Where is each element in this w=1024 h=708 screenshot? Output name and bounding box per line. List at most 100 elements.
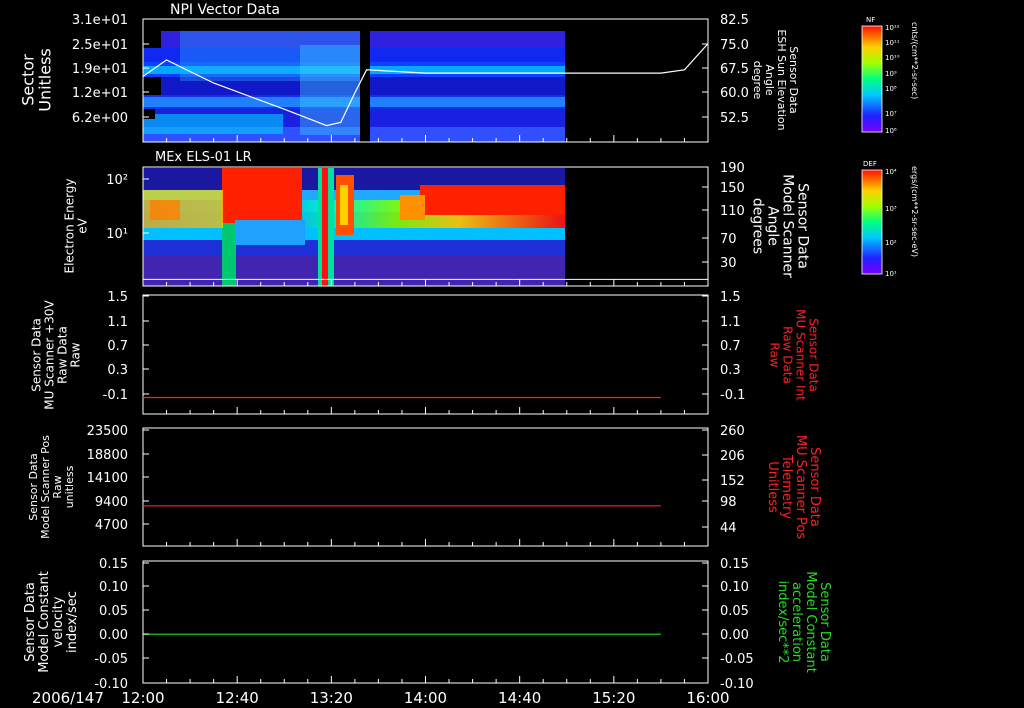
left-axis-label: Model Constant: [37, 571, 52, 673]
left-axis-label: Sensor Data: [23, 582, 38, 662]
nf-colorbar-tick: 10⁷: [885, 110, 897, 118]
right-tick-label: 52.5: [720, 111, 749, 126]
left-tick-label: 3.1e+01: [72, 13, 128, 28]
left-tick-label: 1.1: [107, 315, 128, 330]
left-tick-label: -0.05: [94, 652, 128, 667]
right-tick-label: 0.00: [720, 628, 749, 643]
def-colorbar-tick: 10²: [885, 239, 897, 247]
time-tick-label: 16:00: [686, 689, 729, 707]
right-axis-label: Model Scanner: [780, 174, 796, 278]
nf-colorbar-tick: 10⁹: [885, 70, 897, 78]
left-axis-label: unitless: [63, 465, 76, 508]
npi-heatmap: [143, 31, 565, 142]
left-axis-label: Electron Energy: [63, 178, 77, 273]
right-axis-label: acceleration: [789, 582, 804, 662]
right-tick-label: -0.1: [720, 388, 745, 403]
left-tick-label: 6.2e+00: [72, 111, 128, 126]
npi-panel: [142, 18, 709, 143]
left-axis-label: MU Scanner +30V: [43, 300, 57, 410]
right-tick-label: 152: [720, 474, 745, 489]
left-tick-label: 4700: [95, 518, 128, 533]
els-heatmap: [143, 168, 565, 286]
right-tick-label: 60.0: [720, 86, 749, 101]
date-label: 2006/147: [32, 689, 104, 707]
right-tick-label: 70: [720, 232, 737, 247]
right-tick-label: 1.1: [720, 315, 741, 330]
raw30-frame: [142, 294, 709, 415]
left-tick-label: 0.05: [99, 604, 128, 619]
right-tick-label: 206: [720, 449, 745, 464]
right-tick-label: 110: [720, 204, 745, 219]
right-tick-label: 1.5: [720, 290, 741, 305]
nf-colorbar-tick: 10⁸: [885, 85, 897, 93]
right-axis-label: MU Scanner Int: [794, 309, 808, 401]
series-lines: [143, 396, 661, 635]
time-tick-label: 15:20: [592, 689, 635, 707]
right-axis-label: Sensor Data: [817, 582, 832, 662]
time-tick-label: 13:20: [310, 689, 353, 707]
nf-colorbar-top: 10¹²: [885, 24, 900, 32]
time-axis-labels: 12:00 12:40 13:20 14:00 14:40 15:20 16:00: [121, 689, 729, 707]
els-panel: [142, 166, 709, 287]
left-tick-label: 0.10: [99, 580, 128, 595]
left-tick-label: 0.00: [99, 628, 128, 643]
left-tick-label: 1.2e+01: [72, 86, 128, 101]
left-tick-label: 1.5: [107, 290, 128, 305]
time-tick-label: 14:40: [498, 689, 541, 707]
left-axis-label: Unitless: [36, 48, 55, 112]
right-tick-label: 150: [720, 181, 745, 196]
left-axis-label: index/sec: [65, 591, 80, 653]
left-tick-label: 23500: [87, 424, 128, 439]
def-colorbar: DEF 10⁴ 10³ 10² 10¹ ergs/(cm**2-sr-sec-e…: [861, 160, 919, 278]
right-tick-label: 0.7: [720, 339, 741, 354]
nf-colorbar-tick: 10¹⁰: [885, 54, 900, 62]
nf-colorbar: NF 10¹² 10¹¹ 10¹⁰ 10⁹ 10⁸ 10⁷ 10⁶ cnts/(…: [861, 16, 919, 135]
right-axis-label: Model Constant: [803, 571, 818, 673]
right-axis-label: degrees: [750, 198, 766, 254]
right-tick-label: 75.0: [720, 38, 749, 53]
left-tick-label: 0.7: [107, 339, 128, 354]
right-axis-label: Unitless: [765, 461, 780, 513]
right-tick-label: 0.10: [720, 580, 749, 595]
left-axis-label: Raw Data: [56, 326, 70, 384]
right-tick-labels: 82.5 75.0 67.5 60.0 52.5 190 150 110 70 30 1.5 1.1 0…: [702, 13, 754, 692]
left-tick-label: 14100: [87, 471, 128, 486]
def-colorbar-label: DEF: [863, 160, 877, 168]
right-axis-label: Raw Data: [781, 326, 795, 384]
right-tick-label: 30: [720, 256, 737, 271]
nf-colorbar-bottom: 10⁶: [885, 127, 897, 135]
vel-frame: [142, 560, 709, 684]
left-tick-label: -0.1: [103, 388, 128, 403]
time-tick-label: 14:00: [404, 689, 447, 707]
right-tick-label: 44: [720, 521, 737, 536]
left-axis-label: velocity: [51, 596, 66, 647]
left-axis-label: eV: [76, 217, 90, 233]
def-colorbar-units: ergs/(cm**2-sr-sec-eV): [910, 166, 919, 257]
right-axis-label: degree: [751, 61, 764, 100]
left-tick-label: 18800: [87, 448, 128, 463]
right-axis-label: Sensor Data: [807, 447, 822, 527]
right-axis-label: Sensor Data: [795, 183, 811, 269]
right-tick-label: 190: [720, 161, 745, 176]
right-axis-label: index/sec**2: [775, 580, 790, 663]
left-tick-label: 10¹: [106, 227, 128, 242]
right-axis-label: Raw: [768, 342, 782, 367]
left-tick-label: 9400: [95, 495, 128, 510]
right-tick-label: 67.5: [720, 62, 749, 77]
left-tick-label: 0.3: [107, 363, 128, 378]
left-axis-label: Raw: [69, 342, 83, 367]
right-tick-label: 0.05: [720, 604, 749, 619]
right-tick-label: 0.15: [720, 557, 749, 572]
nf-colorbar-units: cnts/(cm**2-sr-sec): [910, 22, 919, 99]
right-axis-label: Sensor Data: [807, 318, 821, 392]
def-colorbar-bottom: 10¹: [885, 270, 897, 278]
right-axis-label: Telemetry: [779, 454, 794, 519]
left-axis-label: Sensor Data: [30, 318, 44, 392]
left-tick-label: 0.15: [99, 557, 128, 572]
right-axis-label: MU Scanner Pos: [793, 435, 808, 540]
def-colorbar-tick: 10³: [885, 205, 897, 213]
right-tick-label: 260: [720, 424, 745, 439]
time-tick-label: 12:00: [121, 689, 164, 707]
right-tick-label: 98: [720, 495, 737, 510]
right-tick-label: 0.3: [720, 363, 741, 378]
